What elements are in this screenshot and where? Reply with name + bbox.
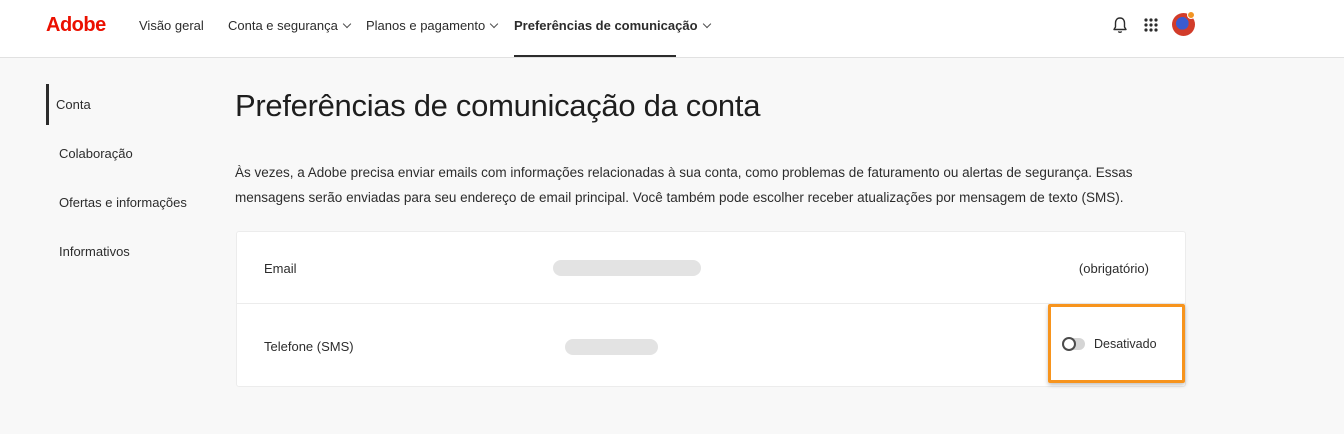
- nav-label: Visão geral: [139, 18, 204, 33]
- nav-label: Preferências de comunicação: [514, 18, 698, 33]
- sidebar-item-colaboracao[interactable]: Colaboração: [46, 133, 216, 174]
- nav-label: Planos e pagamento: [366, 18, 486, 33]
- email-row: Email (obrigatório): [237, 232, 1185, 304]
- bell-icon[interactable]: [1109, 14, 1131, 36]
- chevron-down-icon: [342, 19, 352, 28]
- sms-label: Telefone (SMS): [264, 339, 354, 354]
- chevron-down-icon: [490, 19, 499, 28]
- required-label: (obrigatório): [1078, 261, 1149, 276]
- toggle-switch[interactable]: [1062, 337, 1085, 351]
- adobe-logo[interactable]: Adobe: [46, 14, 106, 37]
- communication-preferences-card: Email (obrigatório) Telefone (SMS) Desat…: [236, 231, 1186, 387]
- nav-conta-seguranca[interactable]: Conta e segurança: [228, 18, 352, 33]
- sms-row: Telefone (SMS) Desativado: [237, 305, 1185, 387]
- toggle-status-label: Desativado: [1094, 337, 1157, 351]
- sidebar: Conta Colaboração Ofertas e informações …: [46, 84, 216, 280]
- top-navigation-bar: Adobe Visão geral Conta e segurança Plan…: [0, 0, 1344, 58]
- chevron-down-icon: [702, 19, 711, 28]
- nav-visao-geral[interactable]: Visão geral: [139, 18, 204, 33]
- redacted-phone-value: [565, 339, 658, 355]
- sidebar-item-ofertas[interactable]: Ofertas e informações: [46, 182, 216, 223]
- nav-preferencias-comunicacao[interactable]: Preferências de comunicação: [514, 18, 711, 33]
- redacted-email-value: [553, 260, 701, 276]
- sidebar-item-informativos[interactable]: Informativos: [46, 231, 216, 272]
- app-grid-icon[interactable]: [1140, 14, 1162, 36]
- active-nav-indicator: [514, 55, 676, 57]
- page-description: Às vezes, a Adobe precisa enviar emails …: [235, 165, 1133, 205]
- sms-toggle[interactable]: Desativado: [1062, 337, 1157, 351]
- nav-planos-pagamento[interactable]: Planos e pagamento: [366, 18, 499, 33]
- sidebar-item-conta[interactable]: Conta: [46, 84, 216, 125]
- page-title: Preferências de comunicação da conta: [235, 88, 761, 123]
- email-label: Email: [264, 261, 297, 276]
- notification-badge: [1187, 11, 1195, 19]
- nav-label: Conta e segurança: [228, 18, 338, 33]
